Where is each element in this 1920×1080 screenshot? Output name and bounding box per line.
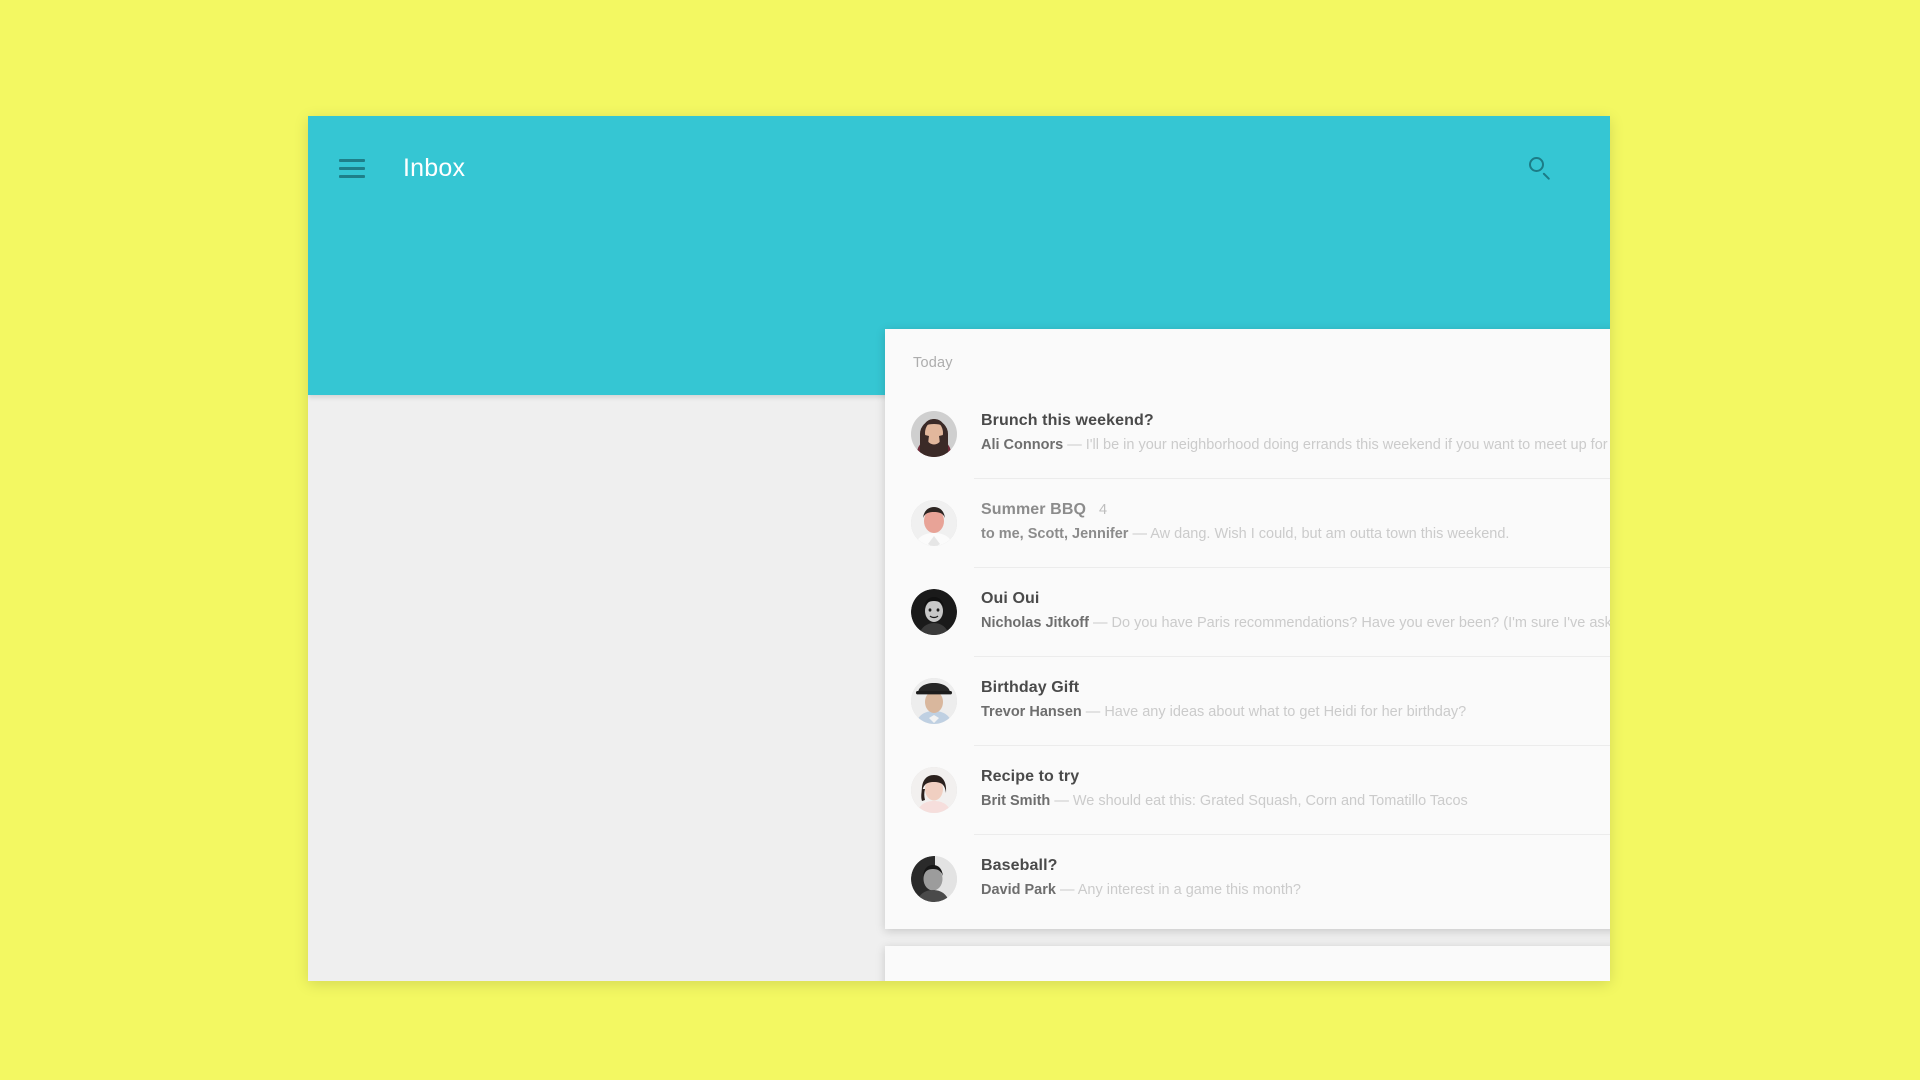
message-row[interactable]: Recipe to try Brit Smith — We should eat …: [885, 745, 1610, 834]
menu-bar-3: [339, 175, 365, 178]
message-subject-line: Brunch this weekend?: [981, 412, 1610, 430]
message-snippet: David Park — Any interest in a game this…: [981, 881, 1610, 899]
message-preview: We should eat this: Grated Squash, Corn …: [1072, 793, 1468, 810]
search-icon-lens: [1529, 156, 1544, 172]
section-header-today: Today: [913, 355, 953, 371]
message-body: Birthday Gift Trevor Hansen — Have any id…: [981, 679, 1610, 721]
message-preview: Do you have Paris recommendations? Have …: [1111, 615, 1610, 632]
message-list-card: Today Brunch this weekend? Ali Connors — …: [885, 329, 1610, 929]
message-row[interactable]: Summer BBQ 4 to me, Scott, Jennifer — Aw d…: [885, 478, 1610, 567]
message-sender: David Park: [981, 882, 1056, 899]
message-subject-line: Summer BBQ 4: [981, 501, 1610, 519]
message-subject-line: Baseball?: [981, 857, 1610, 875]
secondary-empty-card: [885, 946, 1610, 981]
message-dash: —: [1067, 437, 1082, 454]
message-body: Brunch this weekend? Ali Connors — I'll b…: [981, 412, 1610, 454]
message-dash: —: [1054, 793, 1069, 810]
app-window: Inbox Today Brunch this weekend? Ali Conn…: [308, 116, 1610, 981]
avatar: [911, 588, 957, 635]
message-preview: Aw dang. Wish I could, but am outta town…: [1150, 526, 1510, 543]
message-row[interactable]: Oui Oui Nicholas Jitkoff — Do you have Pa…: [885, 567, 1610, 656]
message-subject: Recipe to try: [981, 768, 1080, 786]
message-snippet: Ali Connors — I'll be in your neighborho…: [981, 436, 1610, 454]
message-subject-line: Recipe to try: [981, 768, 1610, 786]
avatar: [911, 499, 957, 546]
message-subject-line: Oui Oui: [981, 590, 1610, 608]
message-row[interactable]: Baseball? David Park — Any interest in a …: [885, 834, 1610, 923]
message-list: Brunch this weekend? Ali Connors — I'll b…: [885, 389, 1610, 923]
message-sender: Trevor Hansen: [981, 704, 1082, 721]
message-preview: Any interest in a game this month?: [1077, 882, 1301, 899]
message-body: Baseball? David Park — Any interest in a …: [981, 857, 1610, 899]
message-row[interactable]: Brunch this weekend? Ali Connors — I'll b…: [885, 389, 1610, 478]
message-body: Recipe to try Brit Smith — We should eat …: [981, 768, 1610, 810]
app-bar-row: Inbox: [308, 116, 1610, 221]
message-snippet: to me, Scott, Jennifer — Aw dang. Wish I…: [981, 525, 1610, 543]
message-subject: Birthday Gift: [981, 679, 1080, 697]
message-subject: Baseball?: [981, 857, 1058, 875]
message-snippet: Brit Smith — We should eat this: Grated …: [981, 792, 1610, 810]
message-body: Oui Oui Nicholas Jitkoff — Do you have Pa…: [981, 590, 1610, 632]
message-subject: Summer BBQ: [981, 501, 1087, 519]
message-sender: to me, Scott, Jennifer: [981, 526, 1129, 543]
message-subject: Oui Oui: [981, 590, 1040, 608]
message-dash: —: [1132, 526, 1147, 543]
message-sender: Ali Connors: [981, 437, 1064, 454]
message-dash: —: [1060, 882, 1075, 899]
message-preview: Have any ideas about what to get Heidi f…: [1104, 704, 1467, 721]
message-body: Summer BBQ 4 to me, Scott, Jennifer — Aw d…: [981, 501, 1610, 543]
avatar: [911, 677, 957, 724]
menu-bar-1: [339, 159, 365, 162]
message-snippet: Nicholas Jitkoff — Do you have Paris rec…: [981, 614, 1610, 632]
hamburger-menu-icon[interactable]: [339, 156, 373, 182]
message-sender: Brit Smith: [981, 793, 1051, 810]
menu-bar-2: [339, 167, 365, 170]
message-row[interactable]: Birthday Gift Trevor Hansen — Have any id…: [885, 656, 1610, 745]
avatar: [911, 855, 957, 902]
page-title: Inbox: [403, 154, 466, 182]
search-icon-handle: [1542, 171, 1551, 180]
message-count-badge: 4: [1099, 502, 1108, 519]
message-subject: Brunch this weekend?: [981, 412, 1154, 430]
message-dash: —: [1085, 704, 1101, 721]
message-snippet: Trevor Hansen — Have any ideas about wha…: [981, 703, 1610, 721]
search-icon[interactable]: [1526, 155, 1554, 183]
message-subject-line: Birthday Gift: [981, 679, 1610, 697]
message-dash: —: [1093, 615, 1108, 632]
message-preview: I'll be in your neighborhood doing erran…: [1085, 437, 1610, 454]
message-sender: Nicholas Jitkoff: [981, 615, 1089, 632]
avatar: [911, 766, 957, 813]
avatar: [911, 410, 957, 457]
